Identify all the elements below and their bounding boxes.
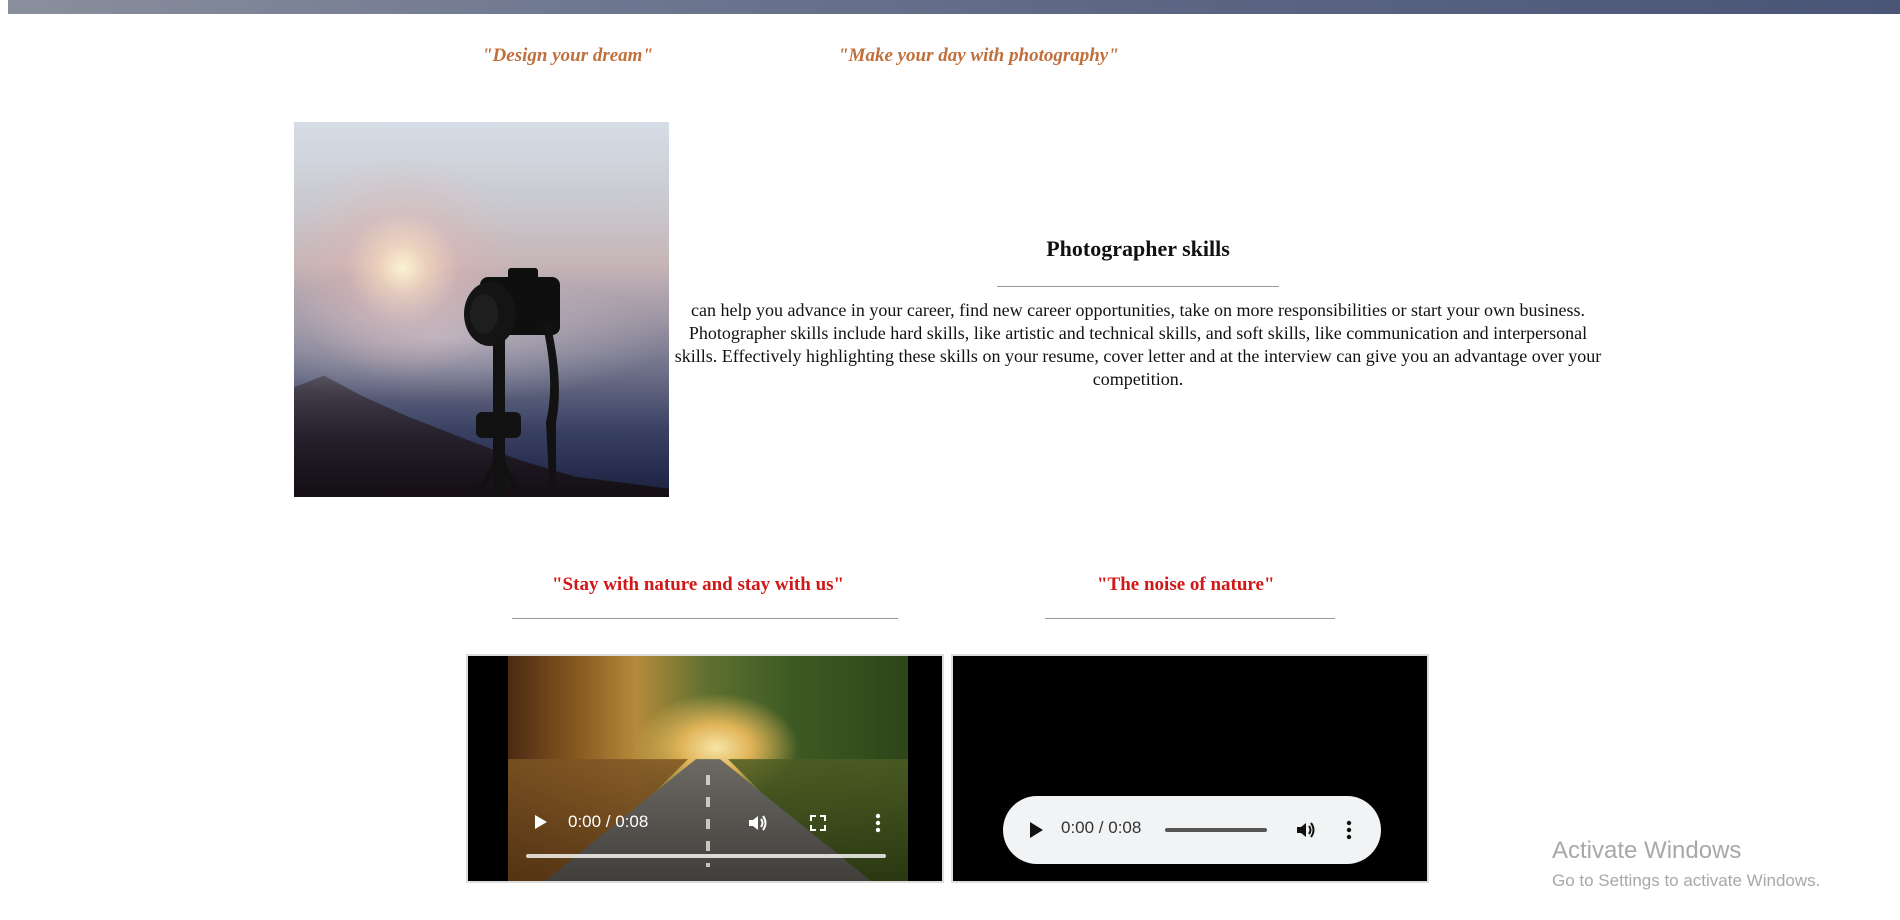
audio-player[interactable]: 0:00 / 0:08 — [1003, 796, 1381, 864]
top-banner-strip — [8, 0, 1900, 14]
camera-silhouette — [464, 268, 560, 497]
watermark-title: Activate Windows — [1552, 837, 1742, 864]
audio-time-display: 0:00 / 0:08 — [1061, 818, 1142, 837]
audio-more-options-icon[interactable] — [1343, 818, 1355, 842]
video-divider — [512, 618, 898, 619]
divider-line — [997, 286, 1279, 287]
video-more-options-icon[interactable] — [868, 812, 888, 834]
poster-lane-markings — [706, 775, 710, 867]
audio-container: 0:00 / 0:08 — [951, 654, 1429, 883]
watermark-subtitle: Go to Settings to activate Windows. — [1552, 871, 1821, 890]
skills-heading: Photographer skills — [1046, 236, 1230, 261]
audio-volume-icon[interactable] — [1294, 818, 1318, 842]
skills-paragraph: can help you advance in your career, fin… — [674, 300, 1602, 389]
video-play-icon[interactable] — [530, 812, 550, 832]
video-fullscreen-icon[interactable] — [808, 813, 828, 833]
audio-progress-bar[interactable] — [1165, 828, 1267, 832]
video-volume-icon[interactable] — [746, 812, 768, 834]
audio-divider — [1045, 618, 1335, 619]
quote-make-your-day: "Make your day with photography" — [838, 45, 1119, 66]
windows-activation-watermark: Activate Windows Go to Settings to activ… — [1552, 837, 1820, 893]
camera-sunset-photo — [294, 122, 669, 497]
quote-design-your-dream: "Design your dream" — [482, 45, 653, 66]
video-player[interactable]: 0:00 / 0:08 — [466, 654, 944, 883]
video-heading: "Stay with nature and stay with us" — [552, 574, 845, 595]
video-progress-bar[interactable] — [526, 854, 886, 858]
audio-play-icon[interactable] — [1027, 820, 1045, 840]
video-time-display: 0:00 / 0:08 — [568, 812, 649, 831]
audio-heading: "The noise of nature" — [1097, 574, 1275, 595]
video-poster-forest-road — [508, 656, 908, 881]
